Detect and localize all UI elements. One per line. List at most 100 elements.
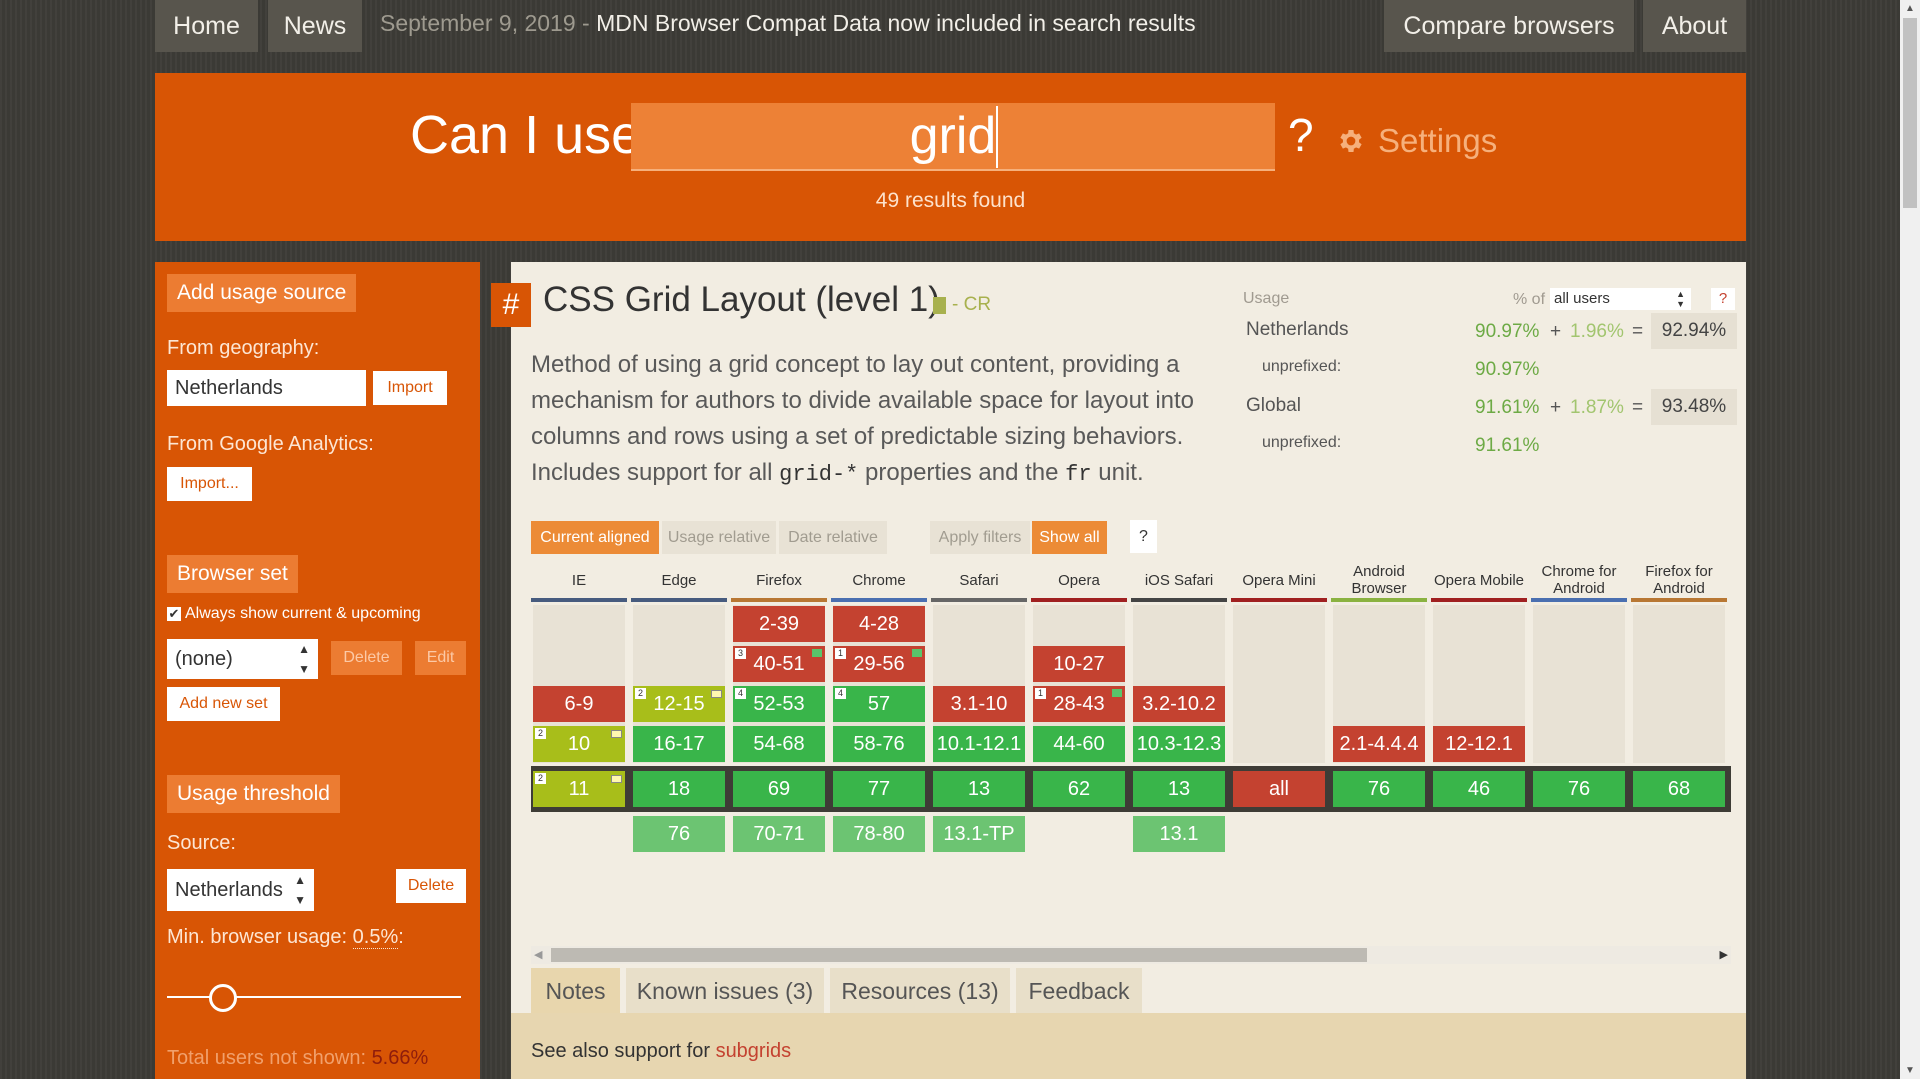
geography-import-button[interactable]: Import — [373, 371, 447, 405]
filters-help-button[interactable]: ? — [1130, 520, 1157, 553]
nav-about[interactable]: About — [1643, 0, 1746, 52]
search-input[interactable] — [631, 103, 1275, 171]
browser-opera-mini[interactable]: Opera Mini — [1231, 562, 1327, 602]
date-relative-tab[interactable]: Date relative — [779, 521, 887, 554]
add-new-set-button[interactable]: Add new set — [167, 687, 280, 721]
scrollbar-thumb[interactable] — [551, 948, 1367, 962]
support-cell[interactable]: 70-71 — [733, 816, 825, 852]
search-help-button[interactable]: ? — [1288, 108, 1314, 162]
support-cell[interactable]: 10-27 — [1033, 646, 1125, 682]
apply-filters-button[interactable]: Apply filters — [930, 521, 1030, 554]
browser-safari[interactable]: Safari — [931, 562, 1027, 602]
always-show-label: Always show current & upcoming — [185, 605, 421, 622]
support-cell[interactable]: 13 — [933, 771, 1025, 807]
news-headline[interactable]: September 9, 2019 - MDN Browser Compat D… — [380, 10, 1196, 37]
usage-relative-tab[interactable]: Usage relative — [662, 521, 776, 554]
support-cell[interactable]: 3.1-10 — [933, 686, 1025, 722]
support-cell[interactable]: 4 52-53 — [733, 686, 825, 722]
feature-permalink-button[interactable]: # — [491, 283, 531, 327]
current-aligned-tab[interactable]: Current aligned — [531, 521, 659, 554]
support-cell[interactable]: all — [1233, 771, 1325, 807]
support-cell[interactable]: 58-76 — [833, 726, 925, 762]
support-cell[interactable]: 18 — [633, 771, 725, 807]
support-cell[interactable]: 13.1 — [1133, 816, 1225, 852]
usage-slider[interactable] — [167, 982, 461, 1012]
support-cell[interactable]: 3 40-51 — [733, 646, 825, 682]
support-cell[interactable]: 4-28 — [833, 606, 925, 642]
support-cell[interactable]: 76 — [1333, 771, 1425, 807]
support-cell[interactable]: 16-17 — [633, 726, 725, 762]
scroll-right-arrow-icon[interactable]: ▶ — [1720, 948, 1728, 961]
browser-set-select[interactable]: (none) ▲ ▼ — [167, 639, 318, 679]
tab-notes[interactable]: Notes — [531, 968, 620, 1014]
tab-feedback[interactable]: Feedback — [1016, 968, 1142, 1014]
support-cell[interactable]: 3.2-10.2 — [1133, 686, 1225, 722]
support-cell[interactable]: 62 — [1033, 771, 1125, 807]
support-cell[interactable]: 1 28-43 — [1033, 686, 1125, 722]
code-grid: grid-* — [779, 462, 859, 487]
ga-import-button[interactable]: Import... — [167, 467, 252, 501]
support-cell[interactable]: 76 — [633, 816, 725, 852]
support-cell[interactable]: 6-9 — [533, 686, 625, 722]
source-delete-button[interactable]: Delete — [396, 869, 466, 903]
settings-button[interactable]: Settings — [1336, 121, 1497, 161]
support-cell[interactable]: 69 — [733, 771, 825, 807]
page-vertical-scrollbar[interactable]: ▲ ▼ — [1900, 0, 1920, 1079]
subgrids-link[interactable]: subgrids — [716, 1040, 792, 1062]
support-cell[interactable]: 46 — [1433, 771, 1525, 807]
support-cell[interactable]: 68 — [1633, 771, 1725, 807]
table-horizontal-scrollbar[interactable]: ◀ ▶ — [531, 946, 1731, 964]
show-all-button[interactable]: Show all — [1032, 521, 1107, 554]
browser-edge[interactable]: Edge — [631, 562, 727, 602]
browser-chrome[interactable]: Chrome — [831, 562, 927, 602]
browser-android-browser[interactable]: Android Browser — [1331, 562, 1427, 602]
geography-select[interactable]: Netherlands — [167, 370, 366, 406]
browser-opera[interactable]: Opera — [1031, 562, 1127, 602]
nav-home[interactable]: Home — [155, 0, 258, 52]
support-cell[interactable]: 2 10 — [533, 726, 625, 762]
support-cell[interactable]: 10.3-12.3 — [1133, 726, 1225, 762]
slider-handle[interactable] — [209, 984, 237, 1012]
tab-resources[interactable]: Resources (13) — [830, 968, 1010, 1014]
browser-firefox-android[interactable]: Firefox for Android — [1631, 562, 1727, 602]
news-text[interactable]: MDN Browser Compat Data now included in … — [596, 10, 1196, 36]
support-cell[interactable]: 78-80 — [833, 816, 925, 852]
support-cell[interactable]: 13 — [1133, 771, 1225, 807]
browser-ios-safari[interactable]: iOS Safari — [1131, 562, 1227, 602]
browser-set-delete-button[interactable]: Delete — [331, 641, 402, 675]
support-cell[interactable]: 76 — [1533, 771, 1625, 807]
support-cell[interactable]: 2 12-15 — [633, 686, 725, 722]
spec-status[interactable]: - CR — [933, 294, 991, 316]
support-cell[interactable]: 44-60 — [1033, 726, 1125, 762]
scroll-down-arrow-icon[interactable]: ▼ — [1905, 1065, 1915, 1076]
scroll-left-arrow-icon[interactable]: ◀ — [534, 948, 542, 961]
nav-news[interactable]: News — [268, 0, 362, 52]
browser-set-edit-button[interactable]: Edit — [415, 641, 466, 675]
browser-opera-mobile[interactable]: Opera Mobile — [1431, 562, 1527, 602]
source-select[interactable]: Netherlands ▲ ▼ — [167, 869, 314, 911]
support-cell[interactable]: 2.1-4.4.4 — [1333, 726, 1425, 762]
always-show-checkbox[interactable]: ✔ Always show current & upcoming — [167, 605, 421, 623]
usage-help-button[interactable]: ? — [1711, 288, 1735, 310]
support-cell[interactable]: 1 29-56 — [833, 646, 925, 682]
support-cell[interactable]: 13.1-TP — [933, 816, 1025, 852]
support-cell[interactable]: 2 11 — [533, 771, 625, 807]
support-cell[interactable]: 10.1-12.1 — [933, 726, 1025, 762]
browser-firefox[interactable]: Firefox — [731, 562, 827, 602]
browser-chrome-android[interactable]: Chrome for Android — [1531, 562, 1627, 602]
users-select[interactable]: all users ▲ ▼ — [1550, 288, 1691, 310]
checkbox-checked-icon[interactable]: ✔ — [167, 607, 181, 621]
scroll-up-arrow-icon[interactable]: ▲ — [1905, 3, 1915, 14]
version-label: 57 — [867, 693, 891, 715]
support-cell[interactable]: 54-68 — [733, 726, 825, 762]
support-cell[interactable]: 77 — [833, 771, 925, 807]
min-usage-value[interactable]: 0.5% — [352, 926, 399, 949]
browser-ie[interactable]: IE — [531, 562, 627, 602]
nav-compare-browsers[interactable]: Compare browsers — [1384, 0, 1634, 52]
support-cell[interactable]: 2-39 — [733, 606, 825, 642]
scrollbar-thumb[interactable] — [1903, 18, 1917, 208]
support-cell[interactable]: 12-12.1 — [1433, 726, 1525, 762]
min-usage-label: Min. browser usage: — [167, 926, 353, 948]
tab-known-issues[interactable]: Known issues (3) — [626, 968, 824, 1014]
support-cell[interactable]: 4 57 — [833, 686, 925, 722]
